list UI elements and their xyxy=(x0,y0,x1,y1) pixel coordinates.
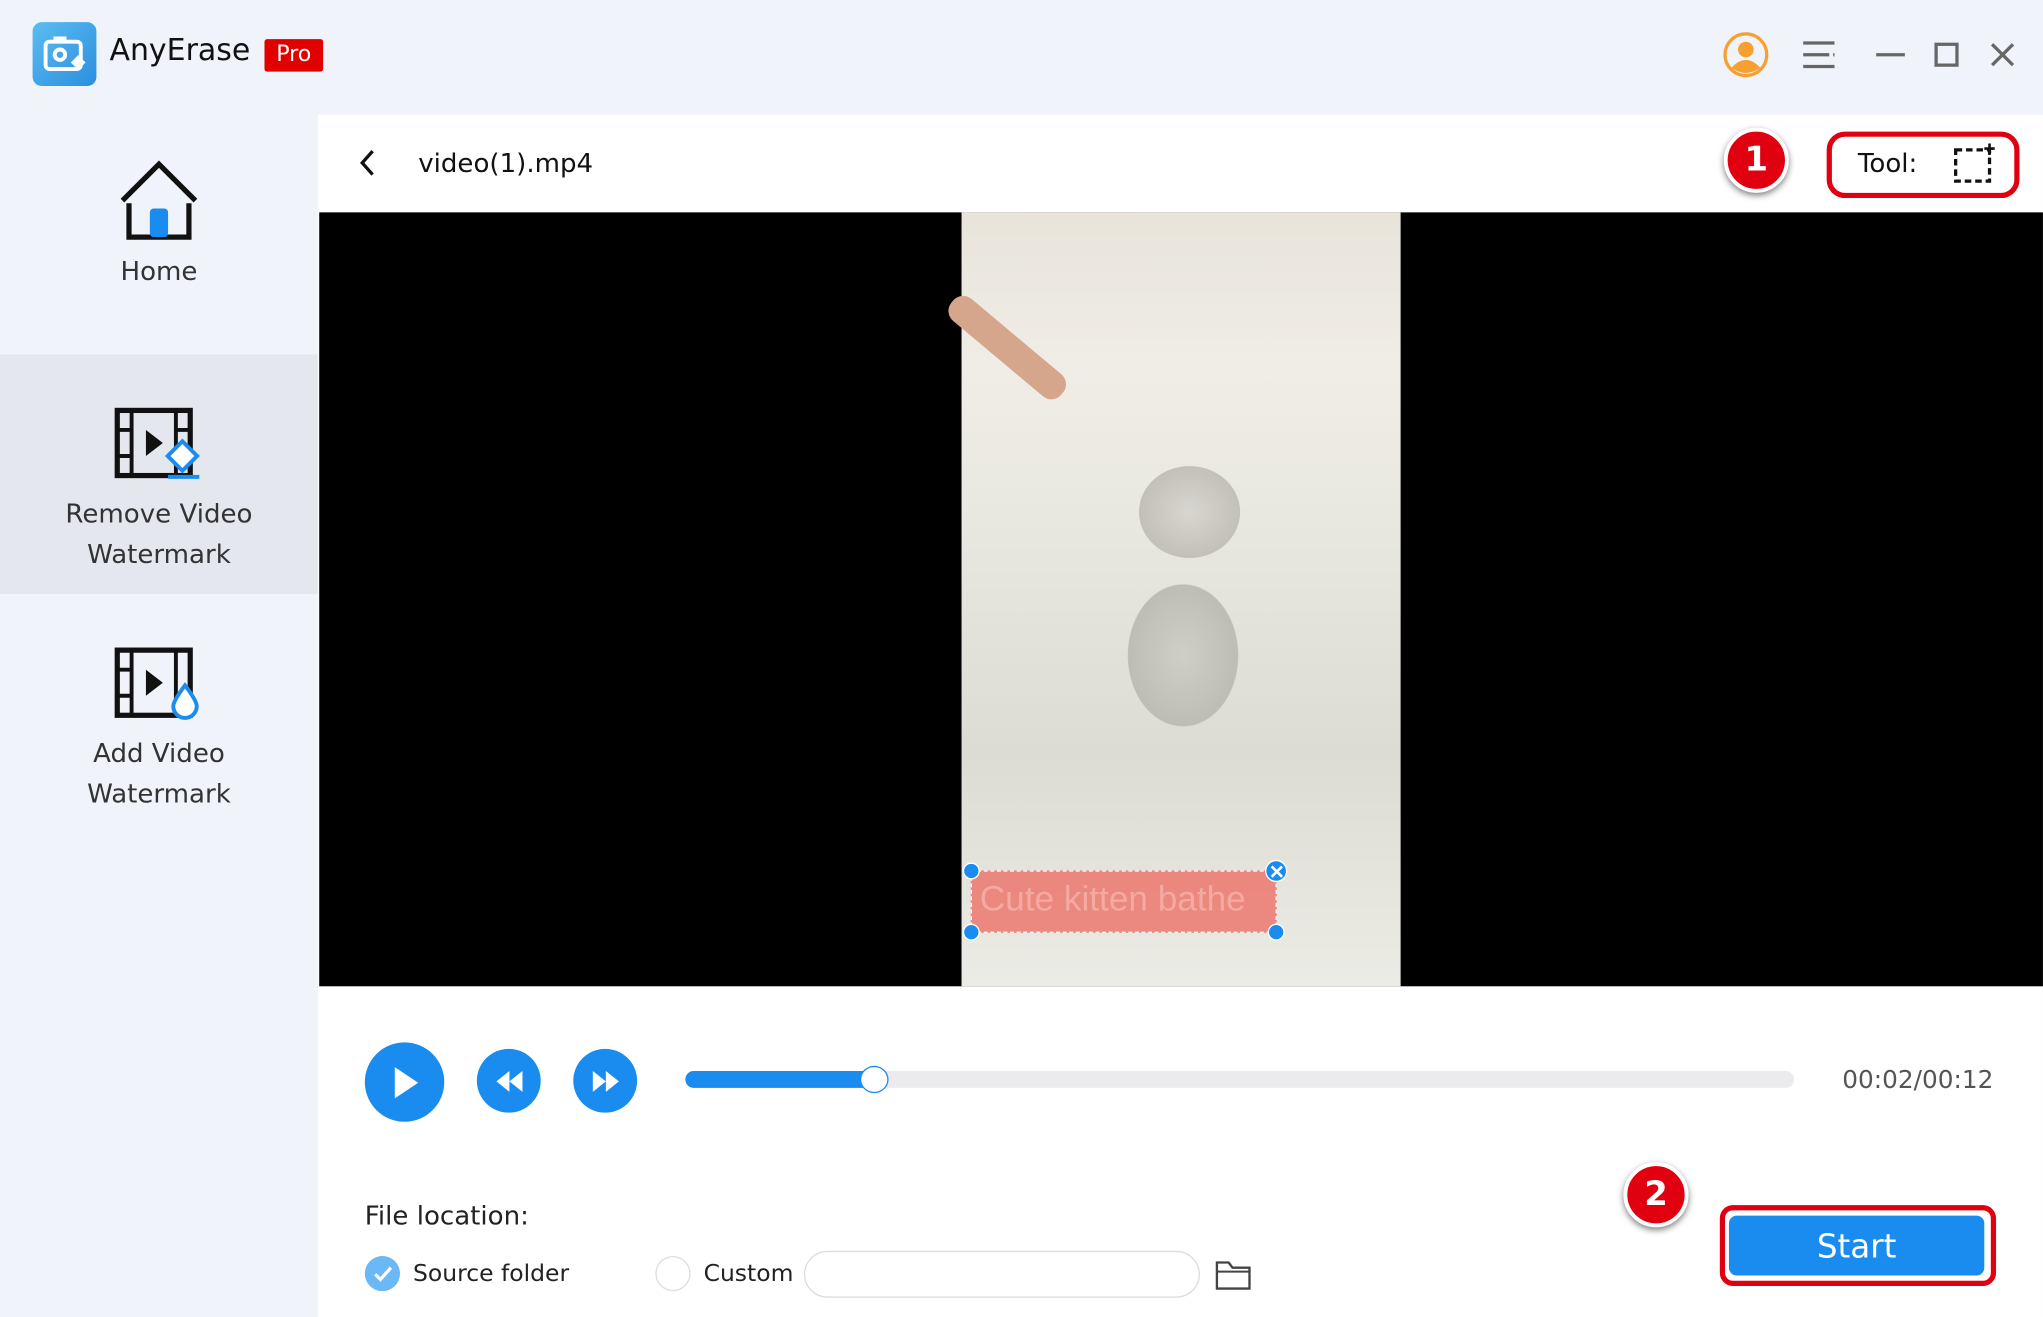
progress-fill xyxy=(685,1070,874,1088)
editor-panel: video(1).mp4 1 Tool: Cute kitten bathe 0… xyxy=(317,114,2043,1317)
sidebar-item-remove-video-watermark[interactable]: Remove Video Watermark xyxy=(0,354,318,595)
close-icon[interactable] xyxy=(1979,31,2026,78)
rewind-button[interactable] xyxy=(476,1048,541,1113)
pro-badge: Pro xyxy=(264,39,324,72)
play-button[interactable] xyxy=(364,1042,445,1122)
step-1-badge: 1 xyxy=(1723,127,1789,193)
home-icon xyxy=(0,159,318,254)
video-preview[interactable]: Cute kitten bathe xyxy=(319,212,2043,987)
step-2-badge: 2 xyxy=(1623,1162,1689,1228)
source-folder-label: Source folder xyxy=(413,1259,570,1288)
sidebar-item-label: Watermark xyxy=(87,777,231,810)
sidebar-item-label: Remove Video xyxy=(65,497,253,529)
video-frame: Cute kitten bathe xyxy=(943,212,1401,987)
watermark-selection-box[interactable]: Cute kitten bathe xyxy=(962,859,1288,941)
fast-forward-button[interactable] xyxy=(573,1048,638,1113)
menu-icon[interactable] xyxy=(1795,31,1842,78)
progress-thumb[interactable] xyxy=(859,1065,889,1094)
rewind-icon xyxy=(495,1070,522,1092)
file-location-label: File location: xyxy=(364,1199,529,1232)
sidebar-item-label: Add Video xyxy=(93,737,225,769)
app-name: AnyErase xyxy=(109,33,251,68)
custom-path-input[interactable] xyxy=(803,1250,1200,1298)
sidebar: Home Remove Video Watermark Add Video Wa… xyxy=(0,114,318,1317)
resize-handle[interactable] xyxy=(962,862,980,880)
video-content xyxy=(943,290,1072,405)
add-video-watermark-icon xyxy=(0,646,318,733)
resize-handle[interactable] xyxy=(1267,923,1285,941)
checkmark-icon xyxy=(364,1255,400,1292)
remove-video-watermark-icon xyxy=(0,407,318,494)
custom-label: Custom xyxy=(703,1259,794,1288)
rectangle-select-icon[interactable] xyxy=(1952,143,1996,190)
folder-browse-icon[interactable] xyxy=(1214,1257,1253,1296)
sidebar-item-add-video-watermark[interactable]: Add Video Watermark xyxy=(0,594,318,834)
maximize-icon[interactable] xyxy=(1923,31,1970,78)
user-avatar-icon[interactable] xyxy=(1722,31,1769,78)
fast-forward-icon xyxy=(592,1070,619,1092)
remove-selection-icon[interactable] xyxy=(1265,859,1288,883)
custom-radio[interactable]: Custom xyxy=(655,1255,794,1292)
time-display: 00:02/00:12 xyxy=(1842,1065,1994,1095)
play-icon xyxy=(394,1066,418,1098)
sidebar-item-home[interactable]: Home xyxy=(0,115,318,355)
sidebar-item-label: Home xyxy=(120,255,198,287)
back-button[interactable] xyxy=(354,146,380,185)
tool-label: Tool: xyxy=(1857,147,1918,179)
progress-slider[interactable] xyxy=(685,1065,1795,1094)
radio-circle xyxy=(655,1255,691,1292)
app-logo-icon xyxy=(32,22,97,86)
resize-handle[interactable] xyxy=(962,923,980,941)
file-name: video(1).mp4 xyxy=(418,147,594,179)
minimize-icon[interactable] xyxy=(1867,31,1914,78)
source-folder-radio[interactable]: Source folder xyxy=(364,1255,570,1292)
start-button[interactable]: Start xyxy=(1728,1215,1985,1276)
selection-text: Cute kitten bathe xyxy=(979,879,1246,919)
sidebar-item-label: Watermark xyxy=(87,538,231,570)
title-bar: AnyErase Pro xyxy=(0,0,2043,115)
editor-header: video(1).mp4 1 Tool: xyxy=(318,115,2043,213)
